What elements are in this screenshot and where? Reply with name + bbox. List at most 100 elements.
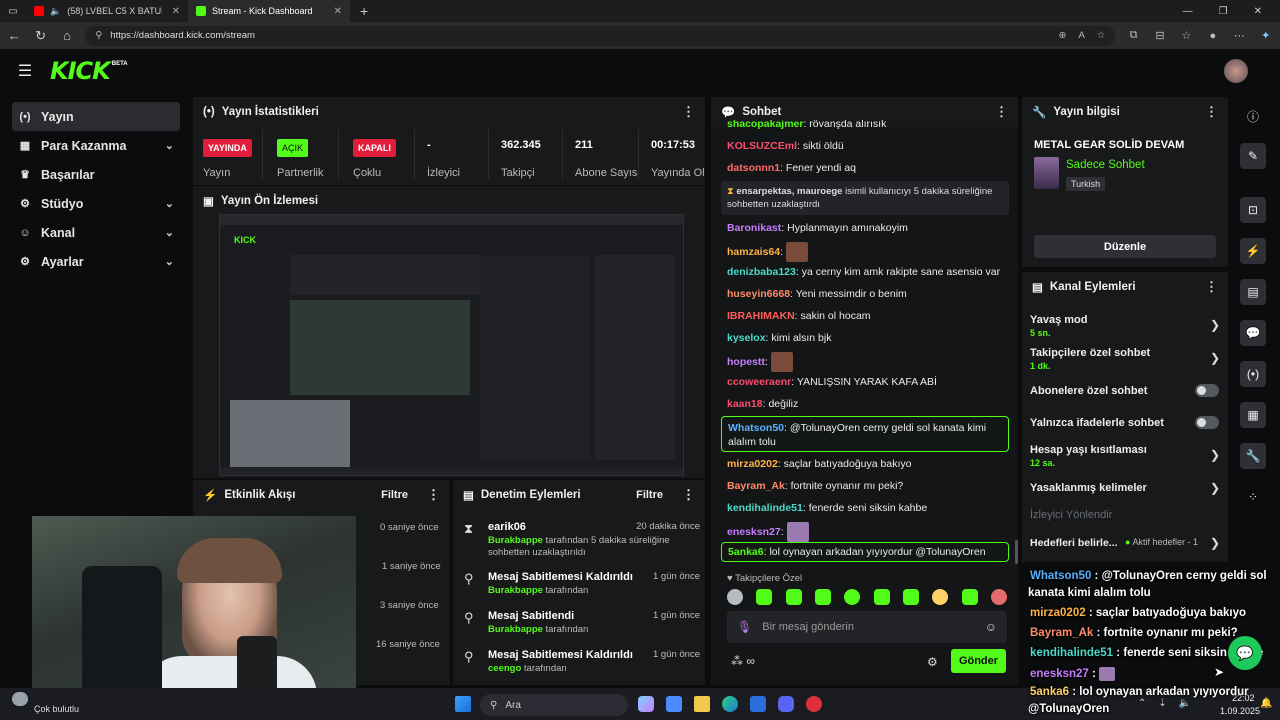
chevron-right-icon[interactable]: ❯ — [1210, 351, 1220, 365]
emote-icon[interactable] — [902, 589, 919, 605]
close-tab-icon[interactable]: ✕ — [334, 6, 342, 17]
filter-button[interactable]: Filtre — [381, 489, 408, 501]
edge-browser-icon[interactable] — [722, 696, 738, 712]
site-info-icon[interactable]: ⚲ — [95, 30, 102, 41]
weather-label[interactable]: Çok bulutlu — [34, 704, 79, 714]
browser-tab-kick[interactable]: Stream - Kick Dashboard ✕ — [188, 0, 350, 22]
chat-scroll[interactable]: shacopakajmer: rövanşda alırısık KOLSUZC… — [711, 120, 1018, 568]
extensions-icon[interactable]: ⧉ — [1125, 29, 1141, 42]
emote-icon[interactable] — [756, 589, 773, 605]
file-explorer-icon[interactable] — [694, 696, 710, 712]
broadcast-icon[interactable]: (•) — [1240, 361, 1266, 387]
more-icon[interactable]: ⋯ — [1231, 29, 1247, 42]
microphone-icon[interactable]: 🎙 — [737, 620, 752, 634]
filter-button[interactable]: Filtre — [636, 489, 663, 501]
more-options-icon[interactable]: ⋮ — [1205, 104, 1218, 120]
emoji-picker-icon[interactable]: ☺ — [985, 620, 997, 634]
hamburger-menu-icon[interactable]: ☰ — [0, 61, 50, 81]
lightning-icon[interactable]: ⚡ — [1240, 238, 1266, 264]
emote-icon[interactable] — [785, 589, 802, 605]
window-menu-icon[interactable]: ▭ — [0, 6, 26, 17]
favorites-icon[interactable]: ☆ — [1178, 29, 1194, 42]
browser-tab-youtube[interactable]: 🔈 (58) LVBEL C5 X BATUFLEX - ✕ — [26, 0, 188, 22]
action-slow-mode[interactable]: Yavaş mod 5 sn. — [1030, 314, 1087, 338]
chevron-right-icon[interactable]: ❯ — [1210, 481, 1220, 495]
screenshot-icon[interactable]: ⊡ — [1240, 197, 1266, 223]
taskbar-search[interactable]: ⚲ Ara — [480, 694, 628, 716]
more-options-icon[interactable]: ⋮ — [682, 487, 695, 503]
emote-icon[interactable] — [932, 589, 949, 605]
action-banned-words[interactable]: Yasaklanmış kelimeler — [1030, 482, 1147, 494]
chevron-right-icon[interactable]: ❯ — [1210, 318, 1220, 332]
edit-button[interactable]: Düzenle — [1034, 235, 1216, 258]
minimize-icon[interactable]: — — [1183, 6, 1193, 17]
more-options-icon[interactable]: ⋮ — [427, 487, 440, 503]
chat-scrollbar[interactable] — [1015, 540, 1018, 564]
maximize-icon[interactable]: ❐ — [1219, 6, 1228, 17]
category-name[interactable]: Sadece Sohbet — [1066, 159, 1145, 171]
sidebar-item-para-kazanma[interactable]: ▦ Para Kazanma ⌄ — [12, 131, 180, 160]
back-icon[interactable]: ← — [6, 28, 22, 43]
volume-icon[interactable]: 🔈 — [1179, 698, 1191, 709]
start-icon[interactable] — [455, 696, 471, 712]
url-field[interactable]: ⚲ https://dashboard.kick.com/stream ⊕ A … — [85, 25, 1116, 46]
info-icon[interactable]: ⓘ — [1240, 103, 1266, 129]
sidebar-item-yayin[interactable]: (•) Yayın — [12, 102, 180, 131]
profile-icon[interactable]: ● — [1205, 30, 1221, 42]
widgets-app-icon[interactable] — [666, 696, 682, 712]
document-icon[interactable]: ▤ — [1240, 279, 1266, 305]
sidebar-item-studyo[interactable]: ⚙ Stüdyo ⌄ — [12, 189, 180, 218]
layout-icon[interactable]: ▦ — [1240, 402, 1266, 428]
chat-mod-tools-icon[interactable]: ⁂ ∞ — [731, 654, 755, 668]
bubbles-icon[interactable]: ⁘ — [1240, 484, 1266, 510]
opera-app-icon[interactable] — [806, 696, 822, 712]
wrench-icon[interactable]: 🔧 — [1240, 443, 1266, 469]
chat-settings-icon[interactable]: ⚙ — [927, 655, 938, 669]
user-avatar[interactable] — [1224, 59, 1248, 83]
sidebar-item-basarilar[interactable]: ♛ Başarılar — [12, 160, 180, 189]
action-account-age[interactable]: Hesap yaşı kısıtlaması 12 sa. — [1030, 444, 1147, 468]
close-tab-icon[interactable]: ✕ — [172, 6, 180, 17]
read-aloud-icon[interactable]: A — [1078, 30, 1084, 41]
reload-icon[interactable]: ↻ — [32, 28, 48, 44]
stream-preview-video[interactable]: KICK — [219, 214, 684, 476]
copilot-app-icon[interactable] — [638, 696, 654, 712]
discord-app-icon[interactable] — [778, 696, 794, 712]
emotes-only-toggle[interactable] — [1195, 416, 1219, 429]
chevron-right-icon[interactable]: ❯ — [1210, 448, 1220, 462]
emote-icon[interactable] — [873, 589, 890, 605]
chat-bubble-icon[interactable]: 💬 — [1240, 320, 1266, 346]
sidebar-item-ayarlar[interactable]: ⚙ Ayarlar ⌄ — [12, 247, 180, 276]
more-options-icon[interactable]: ⋮ — [682, 104, 695, 120]
weather-icon[interactable] — [12, 692, 28, 706]
favorite-star-icon[interactable]: ☆ — [1097, 30, 1106, 41]
split-screen-icon[interactable]: ⊟ — [1152, 29, 1168, 42]
copilot-icon[interactable]: ✦ — [1258, 29, 1274, 42]
chat-fab-icon[interactable]: 💬 — [1228, 636, 1262, 670]
close-window-icon[interactable]: ✕ — [1254, 6, 1262, 17]
kick-logo[interactable]: KICK — [50, 57, 111, 85]
emote-icon[interactable] — [844, 589, 861, 605]
home-icon[interactable]: ⌂ — [59, 28, 75, 43]
network-icon[interactable]: ⇣ — [1158, 698, 1166, 709]
emote-icon[interactable] — [814, 589, 831, 605]
send-button[interactable]: Gönder — [951, 649, 1006, 673]
zoom-icon[interactable]: ⊕ — [1058, 30, 1066, 41]
chevron-right-icon[interactable]: ❯ — [1210, 536, 1220, 550]
clock-date[interactable]: 1.09.2025 — [1220, 706, 1260, 716]
pencil-icon[interactable]: ✎ — [1240, 143, 1266, 169]
subscribers-only-toggle[interactable] — [1195, 384, 1219, 397]
chevron-up-icon[interactable]: ⌃ — [1138, 698, 1146, 709]
emote-icon[interactable] — [961, 589, 978, 605]
store-app-icon[interactable] — [750, 696, 766, 712]
emote-icon[interactable] — [990, 589, 1007, 605]
set-targets-button[interactable]: Hedefleri belirle... — [1030, 537, 1118, 549]
chat-input[interactable]: 🎙 Bir mesaj gönderin ☺ — [727, 611, 1007, 643]
sidebar-item-kanal[interactable]: ☺ Kanal ⌄ — [12, 218, 180, 247]
more-options-icon[interactable]: ⋮ — [1205, 279, 1218, 295]
more-options-icon[interactable]: ⋮ — [995, 104, 1008, 120]
notification-icon[interactable]: 🔔 — [1260, 698, 1272, 709]
action-followers-only[interactable]: Takipçilere özel sohbet 1 dk. — [1030, 347, 1150, 371]
new-tab-button[interactable]: + — [350, 3, 378, 19]
emote-icon[interactable] — [727, 589, 743, 605]
